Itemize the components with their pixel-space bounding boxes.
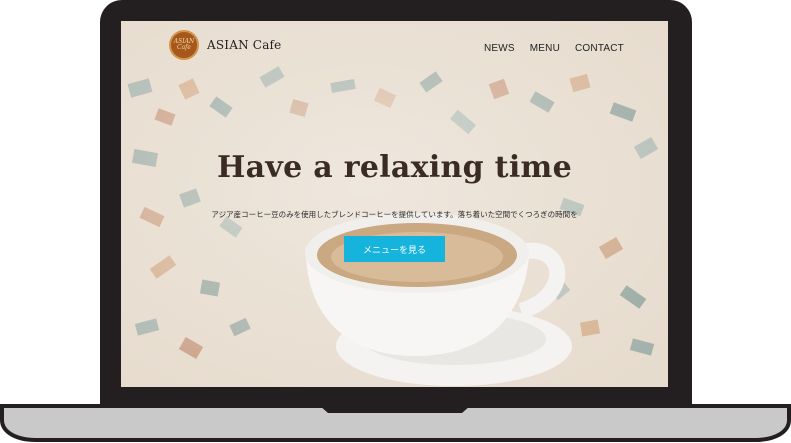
main-nav: NEWS MENU CONTACT xyxy=(484,43,624,54)
logo-badge-icon: ASIAN Cafe xyxy=(169,30,199,60)
hero-title: Have a relaxing time xyxy=(217,150,572,185)
hero-subtitle: アジア産コーヒー豆のみを使用したブレンドコーヒーを提供しています。落ち着いた空間… xyxy=(211,210,578,219)
brand-name: ASIAN Cafe xyxy=(207,38,282,52)
view-menu-button[interactable]: メニューを見る xyxy=(344,236,445,262)
hero-background-image xyxy=(121,21,668,387)
laptop-screen: ASIAN Cafe ASIAN Cafe NEWS MENU CONTACT … xyxy=(121,21,668,387)
nav-item-contact[interactable]: CONTACT xyxy=(575,43,624,54)
nav-item-menu[interactable]: MENU xyxy=(530,43,560,54)
laptop-base xyxy=(0,404,791,442)
nav-item-news[interactable]: NEWS xyxy=(484,43,515,54)
brand-logo[interactable]: ASIAN Cafe ASIAN Cafe xyxy=(169,30,282,60)
